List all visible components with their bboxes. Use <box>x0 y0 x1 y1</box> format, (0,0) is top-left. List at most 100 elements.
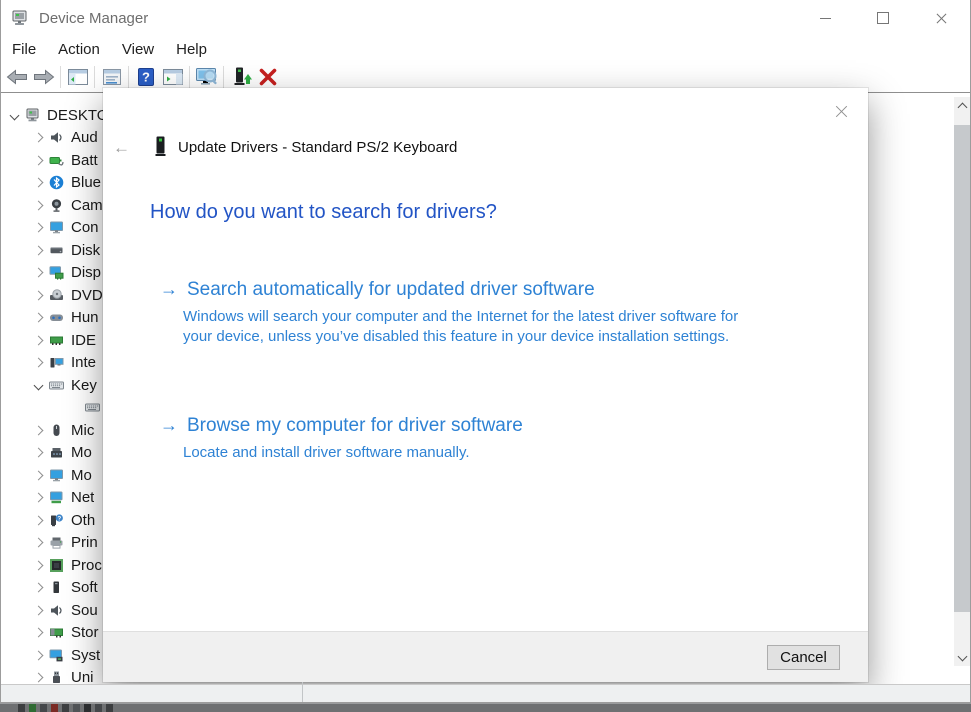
uninstall-device-icon <box>258 68 278 86</box>
properties-icon <box>100 67 124 87</box>
taskbar-icon <box>18 704 25 712</box>
hid-icon <box>49 310 64 325</box>
menubar: FileActionViewHelp <box>0 36 971 62</box>
scroll-down-button[interactable] <box>954 649 970 666</box>
chevron-right-icon[interactable] <box>31 247 45 254</box>
maximize-button[interactable] <box>854 0 912 36</box>
processor-icon <box>49 558 64 573</box>
chevron-right-icon[interactable] <box>31 629 45 636</box>
option-header[interactable]: →Browse my computer for driver software <box>160 413 813 438</box>
chevron-right-icon[interactable] <box>31 494 45 501</box>
toolbar-separator <box>223 66 224 88</box>
chevron-right-icon[interactable] <box>31 269 45 276</box>
show-action-pane-button[interactable] <box>159 64 186 90</box>
chevron-right-icon[interactable] <box>31 427 45 434</box>
toolbar-separator <box>60 66 61 88</box>
menu-view[interactable]: View <box>112 38 164 61</box>
chevron-right-icon[interactable] <box>31 449 45 456</box>
chevron-right-icon[interactable] <box>31 562 45 569</box>
chevron-right-icon[interactable] <box>31 607 45 614</box>
keyboard-icon <box>49 378 64 393</box>
taskbar-icon <box>106 704 113 712</box>
taskbar-icon <box>95 704 102 712</box>
tree-item-label: Sou <box>71 602 98 619</box>
forward-arrow-button[interactable] <box>30 64 57 90</box>
chevron-right-icon[interactable] <box>31 359 45 366</box>
option-label[interactable]: Search automatically for updated driver … <box>187 278 595 302</box>
vertical-scrollbar[interactable] <box>954 97 970 666</box>
toolbar-separator <box>128 66 129 88</box>
chevron-right-icon[interactable] <box>31 337 45 344</box>
show-action-pane-icon <box>161 67 185 87</box>
computer-root-icon <box>25 108 40 123</box>
ide-controller-icon <box>49 333 64 348</box>
help-button[interactable]: ? <box>132 64 159 90</box>
close-button[interactable] <box>912 0 970 36</box>
option-header[interactable]: →Search automatically for updated driver… <box>160 277 813 302</box>
tree-item-label: Disk <box>71 242 100 259</box>
tree-item-label: DVD <box>71 287 103 304</box>
maximize-icon <box>877 12 889 24</box>
chevron-right-icon[interactable] <box>31 539 45 546</box>
scrollbar-thumb[interactable] <box>954 125 970 612</box>
driver-search-option-1[interactable]: →Search automatically for updated driver… <box>160 277 813 347</box>
chevron-right-icon[interactable] <box>31 202 45 209</box>
forward-arrow-icon <box>33 69 55 85</box>
tree-item-label: DESKTO <box>47 107 108 124</box>
chevron-right-icon[interactable] <box>31 584 45 591</box>
menu-file[interactable]: File <box>2 38 46 61</box>
tree-item-label: Batt <box>71 152 98 169</box>
toolbar-separator <box>94 66 95 88</box>
minimize-icon <box>820 18 831 19</box>
chevron-right-icon[interactable] <box>31 517 45 524</box>
modem-icon <box>49 445 64 460</box>
scan-hardware-changes-button[interactable] <box>193 64 220 90</box>
screen: Device Manager FileActionViewHelp ? DESK… <box>0 0 971 712</box>
statusbar-divider <box>302 682 303 702</box>
tree-item-label: Con <box>71 219 99 236</box>
update-drivers-dialog: ← Update Drivers - Standard PS/2 Keyboar… <box>103 88 868 682</box>
tree-item-label: Stor <box>71 624 99 641</box>
chevron-right-icon[interactable] <box>31 224 45 231</box>
system-icon <box>49 648 64 663</box>
scan-hardware-changes-icon <box>194 66 220 88</box>
menu-help[interactable]: Help <box>166 38 217 61</box>
cancel-button[interactable]: Cancel <box>767 645 840 670</box>
chevron-right-icon[interactable] <box>31 134 45 141</box>
minimize-button[interactable] <box>796 0 854 36</box>
option-label[interactable]: Browse my computer for driver software <box>187 414 523 438</box>
chevron-right-icon[interactable] <box>31 674 45 681</box>
menu-action[interactable]: Action <box>48 38 110 61</box>
back-arrow-icon[interactable]: ← <box>113 139 131 156</box>
dialog-header: ← Update Drivers - Standard PS/2 Keyboar… <box>103 133 868 161</box>
update-driver-icon <box>229 66 253 88</box>
back-arrow-icon <box>6 69 28 85</box>
scroll-up-button[interactable] <box>954 97 970 114</box>
tree-item-label: Key <box>71 377 97 394</box>
chevron-down-icon[interactable] <box>7 112 21 119</box>
chevron-right-icon[interactable] <box>31 179 45 186</box>
update-driver-button[interactable] <box>227 64 254 90</box>
chevron-down-icon <box>957 651 967 661</box>
bluetooth-icon <box>49 175 64 190</box>
chevron-right-icon[interactable] <box>31 292 45 299</box>
mouse-icon <box>49 423 64 438</box>
chevron-right-icon[interactable] <box>31 314 45 321</box>
tree-item-label: Aud <box>71 129 98 146</box>
chevron-down-icon[interactable] <box>31 382 45 389</box>
uninstall-device-button[interactable] <box>254 64 281 90</box>
monitor-icon <box>49 468 64 483</box>
properties-button[interactable] <box>98 64 125 90</box>
tree-item-label: Net <box>71 489 94 506</box>
show-console-tree-button[interactable] <box>64 64 91 90</box>
dialog-close-button[interactable] <box>826 98 856 124</box>
back-arrow-button[interactable] <box>3 64 30 90</box>
driver-search-option-2[interactable]: →Browse my computer for driver softwareL… <box>160 413 813 463</box>
chevron-right-icon[interactable] <box>31 652 45 659</box>
chevron-right-icon[interactable] <box>31 157 45 164</box>
chevron-right-icon[interactable] <box>31 472 45 479</box>
statusbar <box>0 684 971 702</box>
device-icon <box>153 135 168 159</box>
tree-item-label: Proc <box>71 557 102 574</box>
battery-icon <box>49 153 64 168</box>
